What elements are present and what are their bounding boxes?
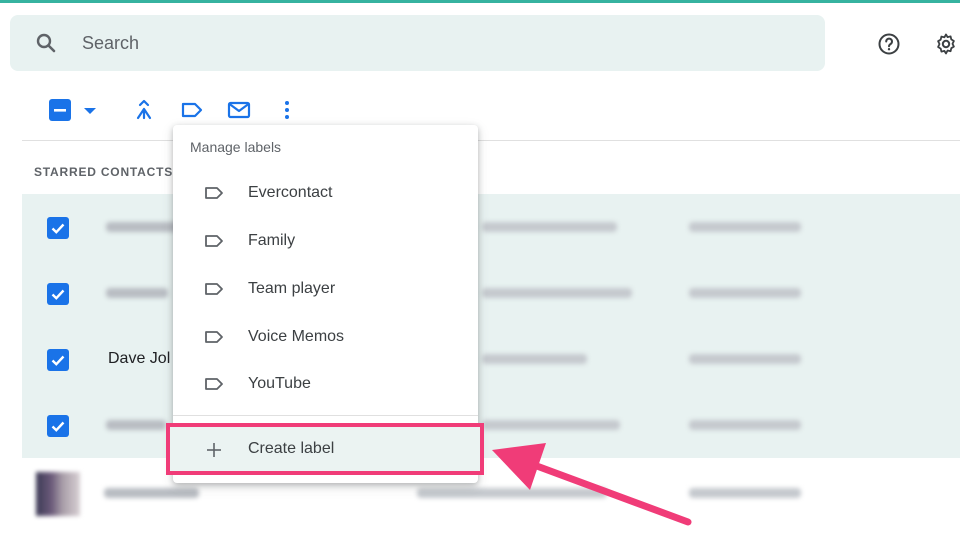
- dropdown-icon[interactable]: [78, 98, 102, 122]
- name-redacted: [106, 288, 168, 298]
- top-accent-bar: [0, 0, 960, 3]
- menu-item-evercontact[interactable]: Evercontact: [173, 171, 478, 217]
- checkbox-checked-icon[interactable]: [47, 283, 69, 305]
- contact-name: Dave Jol: [108, 350, 171, 367]
- menu-item-family[interactable]: Family: [173, 219, 478, 265]
- table-row[interactable]: Dave Jol: [22, 326, 960, 392]
- search-bar[interactable]: Search: [10, 15, 825, 71]
- phone-redacted: [689, 222, 801, 232]
- avatar: [36, 472, 80, 516]
- search-icon: [34, 31, 58, 55]
- email-redacted: [482, 354, 587, 364]
- phone-redacted: [689, 420, 801, 430]
- menu-divider: [173, 415, 478, 416]
- annotation-arrow-icon: [492, 443, 692, 526]
- checkbox-checked-icon[interactable]: [47, 349, 69, 371]
- create-label-button[interactable]: Create label: [166, 423, 484, 475]
- email-redacted: [482, 288, 632, 298]
- menu-item-voice-memos[interactable]: Voice Memos: [173, 315, 478, 361]
- merge-icon[interactable]: [132, 98, 156, 122]
- plus-icon: [205, 441, 223, 459]
- label-icon: [203, 230, 225, 252]
- select-checkbox-icon[interactable]: [48, 98, 72, 122]
- email-redacted: [482, 222, 617, 232]
- phone-redacted: [689, 288, 801, 298]
- label-icon[interactable]: [180, 98, 204, 122]
- checkbox-checked-icon[interactable]: [47, 415, 69, 437]
- toolbar-divider: [22, 140, 960, 141]
- section-label: STARRED CONTACTS: [34, 165, 174, 179]
- label-icon: [203, 278, 225, 300]
- name-redacted: [106, 222, 181, 232]
- settings-icon[interactable]: [934, 32, 958, 56]
- table-row[interactable]: [22, 260, 960, 326]
- email-redacted: [482, 420, 620, 430]
- search-input[interactable]: Search: [82, 33, 139, 54]
- label-icon: [203, 182, 225, 204]
- more-icon[interactable]: [275, 98, 299, 122]
- email-icon[interactable]: [227, 98, 251, 122]
- menu-item-youtube[interactable]: YouTube: [173, 362, 478, 408]
- name-redacted: [104, 488, 199, 498]
- phone-redacted: [689, 354, 801, 364]
- label-icon: [203, 326, 225, 348]
- name-redacted: [106, 420, 166, 430]
- menu-header: Manage labels: [190, 139, 282, 155]
- checkbox-checked-icon[interactable]: [47, 217, 69, 239]
- menu-item-team-player[interactable]: Team player: [173, 267, 478, 313]
- label-icon: [203, 373, 225, 395]
- table-row[interactable]: [22, 194, 960, 260]
- help-icon[interactable]: [877, 32, 901, 56]
